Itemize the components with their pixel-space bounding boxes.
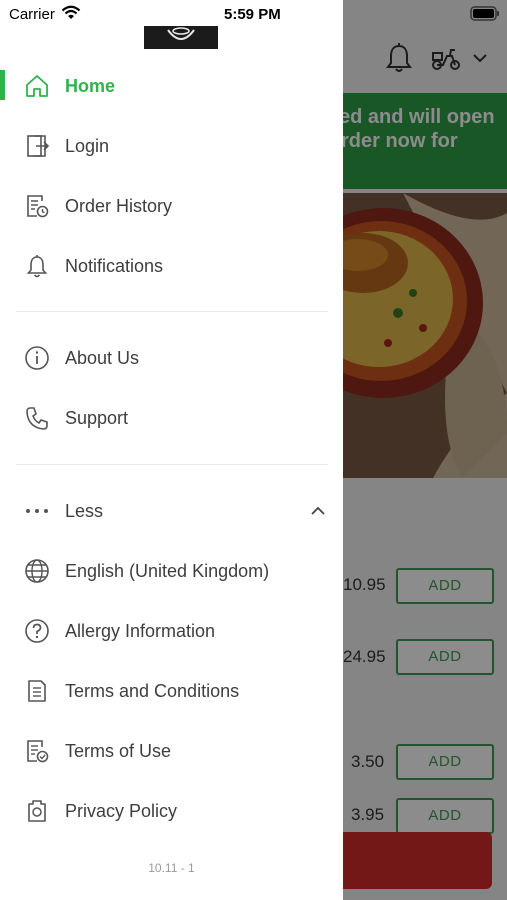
menu-item-label: Terms and Conditions [65, 680, 240, 701]
menu-item-label: English (United Kingdom) [65, 560, 270, 581]
phone-icon [24, 405, 50, 431]
privacy-icon [24, 798, 50, 824]
login-icon [24, 133, 50, 159]
menu-item-label: Privacy Policy [65, 800, 178, 821]
menu-toggle-less[interactable]: Less [0, 485, 343, 537]
carrier-label: Carrier [9, 6, 55, 23]
bell-icon [24, 253, 50, 279]
app-version: 10.11 - 1 [148, 861, 195, 875]
menu-item-terms-of-use[interactable]: Terms of Use [0, 725, 343, 777]
status-time: 5:59 PM [224, 6, 281, 23]
document-check-icon [24, 738, 50, 764]
home-icon [24, 73, 50, 99]
battery-icon [470, 6, 499, 21]
menu-item-label: Notifications [65, 255, 164, 276]
menu-item-label: Support [65, 407, 129, 428]
menu-item-about-us[interactable]: About Us [0, 332, 343, 384]
menu-item-privacy-policy[interactable]: Privacy Policy [0, 785, 343, 837]
menu-item-notifications[interactable]: Notifications [0, 240, 343, 292]
menu-item-home[interactable]: Home [0, 60, 343, 112]
restaurant-logo [144, 26, 218, 49]
status-bar: Carrier 5:59 PM [0, 0, 507, 28]
question-icon [24, 618, 50, 644]
menu-item-label: Terms of Use [65, 740, 172, 761]
info-icon [24, 345, 50, 371]
document-icon [24, 678, 50, 704]
menu-item-order-history[interactable]: Order History [0, 180, 343, 232]
menu-item-label: Login [65, 135, 110, 156]
menu-item-label: Less [65, 500, 104, 521]
menu-item-label: Allergy Information [65, 620, 216, 641]
menu-item-label: Home [65, 75, 116, 96]
menu-item-label: Order History [65, 195, 173, 216]
chevron-up-icon [311, 506, 325, 515]
menu-item-support[interactable]: Support [0, 392, 343, 444]
menu-item-login[interactable]: Login [0, 120, 343, 172]
globe-icon [24, 558, 50, 584]
order-history-icon [24, 193, 50, 219]
more-dots-icon [24, 498, 50, 524]
divider [16, 311, 328, 312]
menu-item-terms-and-conditions[interactable]: Terms and Conditions [0, 665, 343, 717]
menu-item-allergy-information[interactable]: Allergy Information [0, 605, 343, 657]
menu-item-language[interactable]: English (United Kingdom) [0, 545, 343, 597]
wifi-icon [61, 5, 81, 19]
navigation-drawer: Home Login Order History Notifications A… [0, 0, 343, 900]
menu-item-label: About Us [65, 347, 140, 368]
divider [16, 464, 328, 465]
